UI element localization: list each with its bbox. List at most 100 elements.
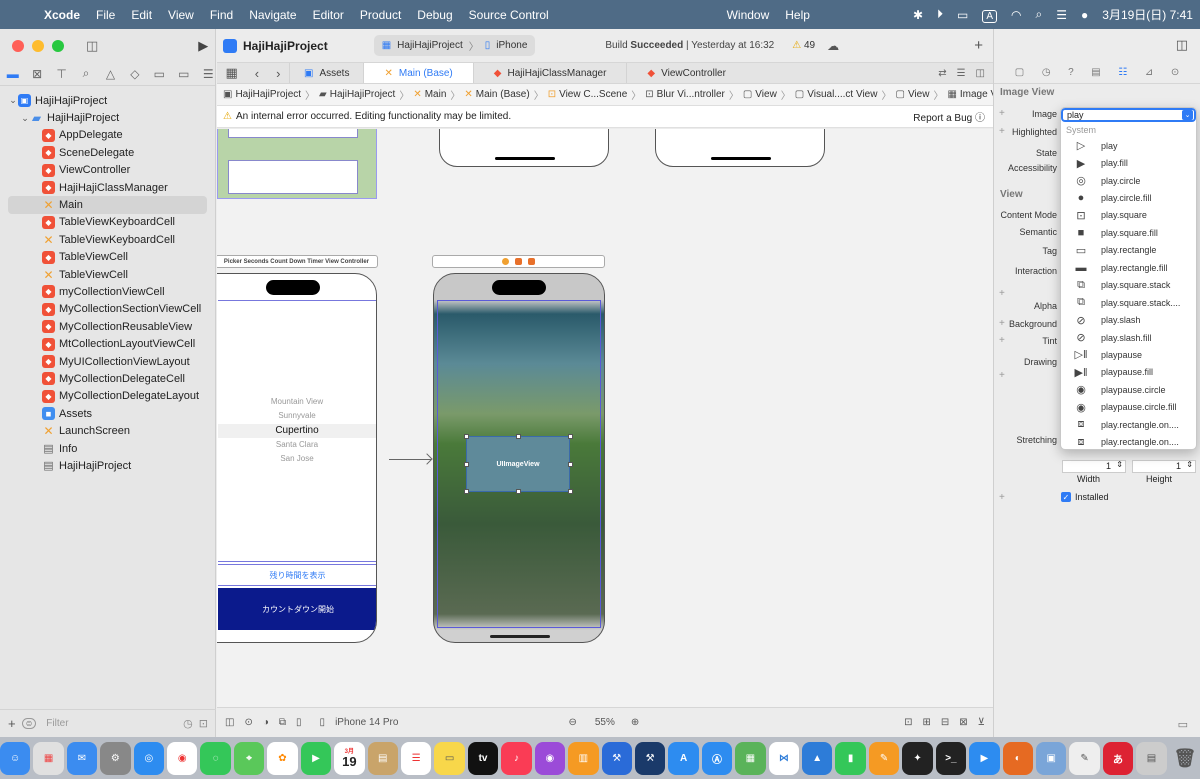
dropdown-item[interactable]: ⧈ play.rectangle.on.... (1061, 416, 1196, 433)
menu-editor[interactable]: Editor (305, 8, 352, 22)
jump-bar-crumb[interactable]: ▢ View (743, 89, 777, 100)
control-center-icon[interactable]: ☰ (1049, 8, 1074, 22)
add-variation-icon[interactable]: + (999, 288, 1005, 299)
dropdown-item[interactable]: ▷‖ playpause (1061, 346, 1196, 363)
chevron-down-icon[interactable]: ⌄ (8, 95, 18, 106)
history-inspector-icon[interactable]: ◷ (1042, 67, 1051, 78)
books-app-icon[interactable]: ▥ (568, 741, 599, 775)
reality-composer-app-icon[interactable]: ✦ (902, 741, 933, 775)
contacts-app-icon[interactable]: ▤ (367, 741, 398, 775)
blur-scene-phone[interactable]: UIImageView (433, 273, 605, 643)
menu-navigate[interactable]: Navigate (241, 8, 304, 22)
resize-handle[interactable] (516, 489, 521, 494)
dropdown-item[interactable]: ⧈ play.rectangle.on.... (1061, 433, 1196, 449)
filter-options-icon[interactable]: ⊜ (21, 718, 37, 729)
zoom-app-icon[interactable]: ▶ (969, 741, 1000, 775)
menu-app-name[interactable]: Xcode (36, 8, 88, 22)
dropdown-item[interactable]: ◉ playpause.circle.fill (1061, 399, 1196, 416)
firefox-app-icon[interactable]: ◐ (1002, 741, 1033, 775)
test-navigator-icon[interactable]: ◇ (128, 67, 141, 81)
dropdown-item[interactable]: ▶ play.fill (1061, 154, 1196, 171)
tv-app-icon[interactable]: tv (467, 741, 499, 775)
dropdown-item[interactable]: ● play.circle.fill (1061, 189, 1196, 206)
report-bug-button[interactable]: Report a Bug ⓘ (913, 109, 985, 124)
start-countdown-button[interactable]: カウントダウン開始 (218, 588, 376, 630)
appearance-icon[interactable]: ⊙ (244, 717, 252, 728)
quick-help-icon[interactable]: ? (1068, 67, 1074, 78)
file-tree-item[interactable]: ◆ TableViewKeyboardCell (0, 214, 215, 231)
stepper-icon[interactable]: ⇕ (1186, 460, 1193, 469)
file-tree-item[interactable]: ◆ MtCollectionLayoutViewCell (0, 335, 215, 352)
width-stepper[interactable]: 1 ⇕ (1062, 460, 1126, 473)
dropdown-item[interactable]: ⊘ play.slash.fill (1061, 329, 1196, 346)
search-icon[interactable]: ⌕ (1029, 7, 1050, 22)
mail-app-icon[interactable]: ✉ (66, 741, 98, 775)
report-navigator-icon[interactable]: ☰ (202, 67, 215, 81)
document-outline-icon[interactable]: ◫ (225, 717, 234, 728)
image-view[interactable]: UIImageView (466, 436, 570, 492)
developer-app-icon[interactable]: Ⓐ (701, 741, 733, 775)
file-tree-item[interactable]: ◆ TableViewCell (0, 249, 215, 266)
installed-checkbox-row[interactable]: ✓ Installed (1061, 492, 1109, 502)
resize-handle[interactable] (464, 434, 469, 439)
source-control-navigator-icon[interactable]: ⊠ (30, 67, 43, 81)
tab-view-controller[interactable]: ◆ ViewController (626, 63, 746, 83)
blur-scene-header[interactable] (432, 255, 605, 268)
tab-main-base[interactable]: ✕ Main (Base) (363, 63, 473, 83)
launchpad-app-icon[interactable]: ▦ (33, 741, 64, 775)
add-variation-icon[interactable]: + (999, 370, 1005, 381)
dropdown-item[interactable]: ◉ playpause.circle (1061, 381, 1196, 398)
file-tree-item[interactable]: ◆ ViewController (0, 162, 215, 179)
symbol-navigator-icon[interactable]: ⊤ (55, 67, 68, 81)
stepper-icon[interactable]: ⇕ (1116, 460, 1123, 469)
dropdown-item[interactable]: ⊘ play.slash (1061, 311, 1196, 328)
add-tab-icon[interactable]: + (974, 37, 983, 54)
filter-input[interactable]: Filter (42, 716, 177, 732)
size-inspector-icon[interactable]: ⊿ (1145, 67, 1153, 78)
file-tree-item[interactable]: ◆ MyUICollectionViewLayout (0, 353, 215, 370)
zoom-level[interactable]: 55% (595, 717, 615, 728)
menu-edit[interactable]: Edit (123, 8, 160, 22)
date-picker[interactable]: Mountain View Sunnyvale Cupertino Santa … (218, 394, 376, 464)
chevron-down-icon[interactable]: ⌄ (20, 113, 30, 124)
dropdown-item[interactable]: ■ play.square.fill (1061, 224, 1196, 241)
dropdown-item[interactable]: ◎ play.circle (1061, 172, 1196, 189)
xcode-app-icon[interactable]: ⚒ (601, 741, 632, 775)
jump-bar-crumb[interactable]: ▰ HajiHajiProject (319, 89, 395, 100)
chevron-down-icon[interactable]: ⌄ (1182, 110, 1193, 120)
maps-app-icon[interactable]: ⌖ (233, 741, 265, 775)
update-frames-icon[interactable]: ⊡ (904, 717, 912, 728)
file-tree-item[interactable]: ✕ TableViewKeyboardCell (0, 231, 215, 248)
file-tree-item[interactable]: ◆ myCollectionViewCell (0, 283, 215, 300)
file-tree-item[interactable]: ◼ Assets (0, 405, 215, 422)
safari-app-icon[interactable]: ◎ (133, 741, 165, 775)
swap-icon[interactable]: ⇄ (938, 68, 946, 79)
orientation-icon[interactable]: ⧉ (279, 717, 286, 728)
add-variation-icon[interactable]: + (999, 492, 1005, 503)
file-inspector-icon[interactable]: ▢ (1015, 67, 1024, 78)
chrome-app-icon[interactable]: ◉ (167, 741, 198, 775)
facetime-app-icon[interactable]: ▶ (300, 741, 332, 775)
file-tree-item[interactable]: ✕ Main (8, 196, 207, 214)
wifi-icon[interactable]: ◠ (1004, 8, 1028, 22)
attributes-inspector-icon[interactable]: ☷ (1118, 67, 1127, 78)
resize-handle[interactable] (568, 434, 573, 439)
dropdown-item[interactable]: ▬ play.rectangle.fill (1061, 259, 1196, 276)
siri-icon[interactable]: ● (1074, 8, 1095, 22)
terminal-app-icon[interactable]: >_ (935, 741, 967, 775)
instruments-app-icon[interactable]: ⚒ (634, 741, 666, 775)
numbers-chart-app-icon[interactable]: ▮ (835, 741, 866, 775)
split-editor-icon[interactable]: ◫ (976, 68, 985, 79)
warning-indicator[interactable]: ⚠ 49 (792, 40, 815, 51)
jump-bar-crumb[interactable]: ✕ Main (413, 89, 446, 100)
image-combo-input[interactable]: play ⌄ (1061, 108, 1196, 122)
menu-help[interactable]: Help (777, 8, 818, 22)
file-tree-item[interactable]: ⌄ ▣ HajiHajiProject (0, 92, 215, 109)
menu-window[interactable]: Window (719, 8, 778, 22)
tab-assets[interactable]: ▣ Assets (289, 63, 363, 83)
calendar-app-icon[interactable]: 3月 19 (334, 741, 365, 775)
file-tree-item[interactable]: ◆ AppDelegate (0, 127, 215, 144)
cloud-icon[interactable]: ☁ (827, 39, 839, 53)
resize-handle[interactable] (568, 489, 573, 494)
dropdown-item[interactable]: ▭ play.rectangle (1061, 242, 1196, 259)
